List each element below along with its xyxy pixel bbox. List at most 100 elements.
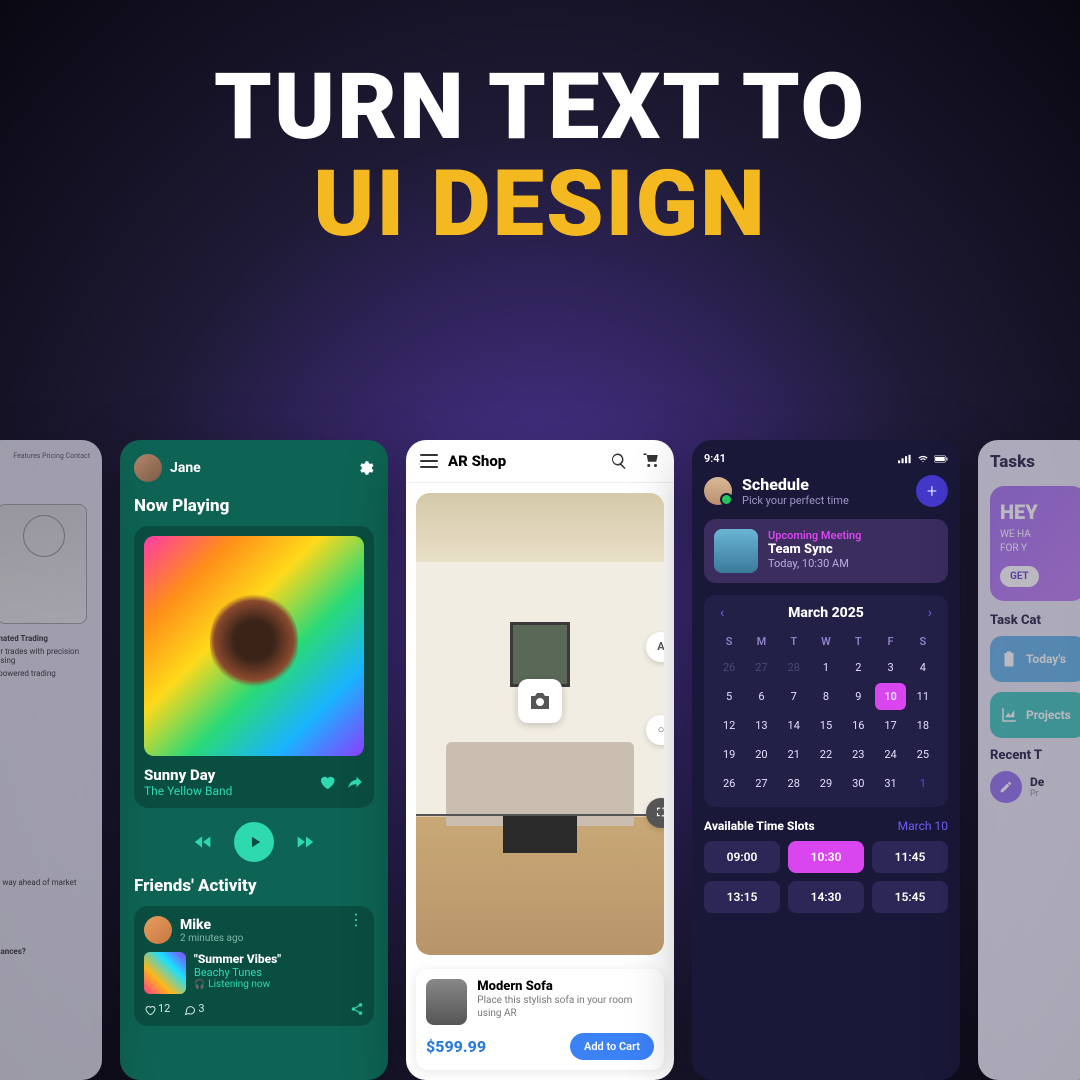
calendar-dow: S (714, 631, 744, 652)
calendar-day[interactable]: 26 (714, 770, 744, 797)
recent-task-sub: Pr (1030, 789, 1044, 799)
card-schedule: 9:41 Schedule Pick your perfect time + U… (692, 440, 960, 1080)
calendar-day[interactable]: 20 (746, 741, 776, 768)
meeting-datetime: Today, 10:30 AM (768, 557, 861, 570)
add-to-cart-button[interactable]: Add to Cart (570, 1033, 654, 1060)
ar-camera-view[interactable]: A ○ ⛶ (416, 493, 664, 955)
calendar: ‹ March 2025 › SMTWTFS262728123456789101… (704, 595, 948, 807)
web-sub1: ur trades with precision using (0, 647, 88, 665)
calendar-day[interactable]: 26 (714, 654, 744, 681)
schedule-avatar[interactable] (704, 477, 732, 505)
calendar-dow: F (875, 631, 905, 652)
ar-option-expand[interactable]: ⛶ (646, 798, 664, 828)
recent-task-item[interactable]: De Pr (990, 771, 1080, 803)
calendar-day[interactable]: 13 (746, 712, 776, 739)
meeting-title: Team Sync (768, 542, 861, 557)
user-avatar[interactable] (134, 454, 162, 482)
friend-status: Listening now (194, 979, 281, 990)
battery-icon (934, 454, 948, 464)
promo-cta-button[interactable]: GET (1000, 566, 1039, 587)
hero-headline: TURN TEXT TOUI DESIGN (0, 0, 1080, 253)
more-icon[interactable]: ⋮ (348, 916, 364, 924)
calendar-day[interactable]: 21 (779, 741, 809, 768)
calendar-day[interactable]: 1 (908, 770, 938, 797)
time-slot[interactable]: 10:30 (788, 841, 864, 873)
calendar-day[interactable]: 18 (908, 712, 938, 739)
user-name: Jane (170, 460, 201, 476)
friend-song-artist: Beachy Tunes (194, 966, 281, 979)
calendar-day[interactable]: 12 (714, 712, 744, 739)
calendar-day[interactable]: 14 (779, 712, 809, 739)
edit-icon (990, 771, 1022, 803)
calendar-day[interactable]: 11 (908, 683, 938, 710)
calendar-dow: M (746, 631, 776, 652)
calendar-day[interactable]: 29 (811, 770, 841, 797)
time-slot[interactable]: 09:00 (704, 841, 780, 873)
forward-icon[interactable] (294, 831, 316, 853)
calendar-day[interactable]: 7 (779, 683, 809, 710)
share-alt-icon[interactable] (350, 1002, 364, 1016)
calendar-day[interactable]: 28 (779, 654, 809, 681)
schedule-subtitle: Pick your perfect time (742, 494, 849, 507)
calendar-day[interactable]: 28 (779, 770, 809, 797)
play-button[interactable] (234, 822, 274, 862)
friends-activity-title: Friends' Activity (134, 876, 374, 896)
web-nav[interactable]: Features Pricing Contact (0, 448, 94, 464)
product-thumb (426, 979, 467, 1025)
time-slot[interactable]: 13:15 (704, 881, 780, 913)
wifi-icon (916, 454, 930, 464)
calendar-day[interactable]: 6 (746, 683, 776, 710)
calendar-day[interactable]: 17 (875, 712, 905, 739)
calendar-day[interactable]: 31 (875, 770, 905, 797)
upcoming-meeting-card[interactable]: Upcoming Meeting Team Sync Today, 10:30 … (704, 519, 948, 583)
calendar-day[interactable]: 23 (843, 741, 873, 768)
friend-avatar[interactable] (144, 916, 172, 944)
calendar-day[interactable]: 4 (908, 654, 938, 681)
song-title: Sunny Day (144, 766, 232, 784)
time-slot[interactable]: 15:45 (872, 881, 948, 913)
promo-card[interactable]: HEY WE HAFOR Y GET (990, 486, 1080, 601)
camera-button[interactable] (518, 679, 562, 723)
calendar-day[interactable]: 10 (875, 683, 905, 710)
next-month-button[interactable]: › (922, 605, 938, 621)
cart-icon[interactable] (642, 452, 660, 470)
now-playing-title: Now Playing (134, 496, 374, 516)
add-button[interactable]: + (916, 475, 948, 507)
calendar-day[interactable]: 5 (714, 683, 744, 710)
like-count[interactable]: 12 (144, 1002, 170, 1015)
time-slot[interactable]: 11:45 (872, 841, 948, 873)
calendar-day[interactable]: 22 (811, 741, 841, 768)
card-ar-shop: AR Shop A ○ ⛶ Modern Sofa Place this (406, 440, 674, 1080)
friend-timestamp: 2 minutes ago (180, 933, 243, 944)
calendar-day[interactable]: 30 (843, 770, 873, 797)
friend-activity-card[interactable]: Mike 2 minutes ago ⋮ "Summer Vibes" Beac… (134, 906, 374, 1026)
comment-count[interactable]: 3 (184, 1002, 204, 1015)
calendar-day[interactable]: 3 (875, 654, 905, 681)
heart-icon[interactable] (318, 773, 336, 791)
calendar-day[interactable]: 9 (843, 683, 873, 710)
category-todays[interactable]: Today's (990, 636, 1080, 682)
category-projects[interactable]: Projects (990, 692, 1080, 738)
calendar-day[interactable]: 1 (811, 654, 841, 681)
calendar-day[interactable]: 19 (714, 741, 744, 768)
calendar-day[interactable]: 8 (811, 683, 841, 710)
category-label: Today's (1026, 652, 1066, 666)
album-art[interactable] (144, 536, 364, 756)
now-playing-card: Sunny Day The Yellow Band (134, 526, 374, 808)
time-slot[interactable]: 14:30 (788, 881, 864, 913)
calendar-day[interactable]: 25 (908, 741, 938, 768)
calendar-day[interactable]: 27 (746, 654, 776, 681)
calendar-day[interactable]: 15 (811, 712, 841, 739)
tasks-title: Tasks (990, 452, 1080, 472)
calendar-day[interactable]: 24 (875, 741, 905, 768)
menu-icon[interactable] (420, 454, 438, 468)
rewind-icon[interactable] (192, 831, 214, 853)
showcase-cards: Features Pricing Contact mated Trading u… (0, 440, 1080, 1080)
prev-month-button[interactable]: ‹ (714, 605, 730, 621)
calendar-day[interactable]: 2 (843, 654, 873, 681)
calendar-day[interactable]: 27 (746, 770, 776, 797)
search-icon[interactable] (610, 452, 628, 470)
share-icon[interactable] (346, 773, 364, 791)
calendar-day[interactable]: 16 (843, 712, 873, 739)
gear-icon[interactable] (356, 459, 374, 477)
